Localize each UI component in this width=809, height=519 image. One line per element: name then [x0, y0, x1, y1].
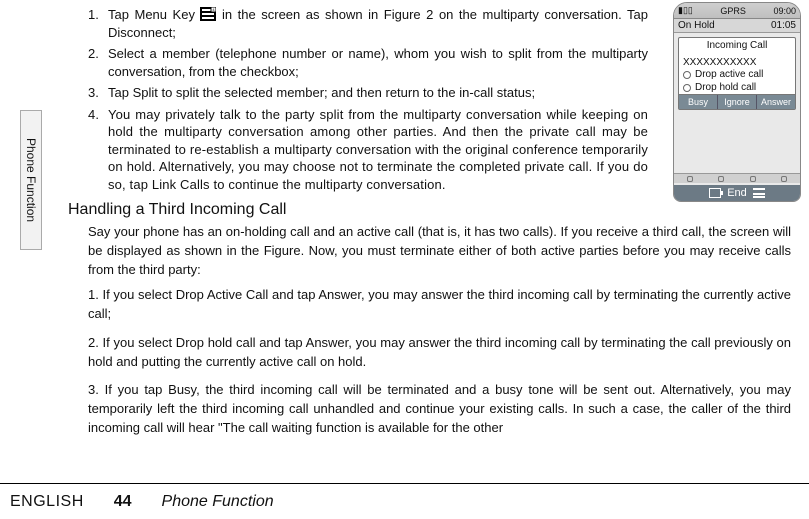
- step-number: 3.: [88, 84, 102, 102]
- step-text: Tap Menu Key 4 in the screen as shown in…: [108, 6, 648, 41]
- side-tab-phone-function: Phone Function: [20, 110, 42, 250]
- step-number: 1.: [88, 6, 102, 41]
- menu-key-icon: 4: [200, 7, 216, 21]
- list-item: 4. You may privately talk to the party s…: [88, 106, 648, 194]
- footer-page-number: 44: [114, 493, 132, 511]
- step-number: 4.: [88, 106, 102, 194]
- section-heading-third-incoming-call: Handling a Third Incoming Call: [68, 201, 791, 219]
- footer-section-title: Phone Function: [162, 493, 274, 511]
- list-item: 2. Select a member (telephone number or …: [88, 45, 648, 80]
- third-call-options-list: 1. If you select Drop Active Call and ta…: [88, 286, 791, 438]
- step-text: You may privately talk to the party spli…: [108, 106, 648, 194]
- intro-paragraph: Say your phone has an on-holding call an…: [88, 223, 791, 280]
- list-item: 1. Tap Menu Key 4 in the screen as shown…: [88, 6, 648, 41]
- svg-text:4: 4: [213, 7, 216, 12]
- list-item: 2. If you select Drop hold call and tap …: [88, 334, 791, 372]
- step-text-part: Tap Menu Key: [108, 7, 200, 22]
- step-number: 2.: [88, 45, 102, 80]
- page-content: 1. Tap Menu Key 4 in the screen as shown…: [60, 0, 801, 479]
- footer-language: ENGLISH: [10, 493, 84, 511]
- list-item: 3. If you tap Busy, the third incoming c…: [88, 381, 791, 438]
- list-item: 1. If you select Drop Active Call and ta…: [88, 286, 791, 324]
- list-item: 3. Tap Split to split the selected membe…: [88, 84, 648, 102]
- split-steps-list: 1. Tap Menu Key 4 in the screen as shown…: [88, 6, 791, 193]
- step-text: Tap Split to split the selected member; …: [108, 84, 648, 102]
- step-text: Select a member (telephone number or nam…: [108, 45, 648, 80]
- page-footer: ENGLISH 44 Phone Function: [0, 483, 809, 519]
